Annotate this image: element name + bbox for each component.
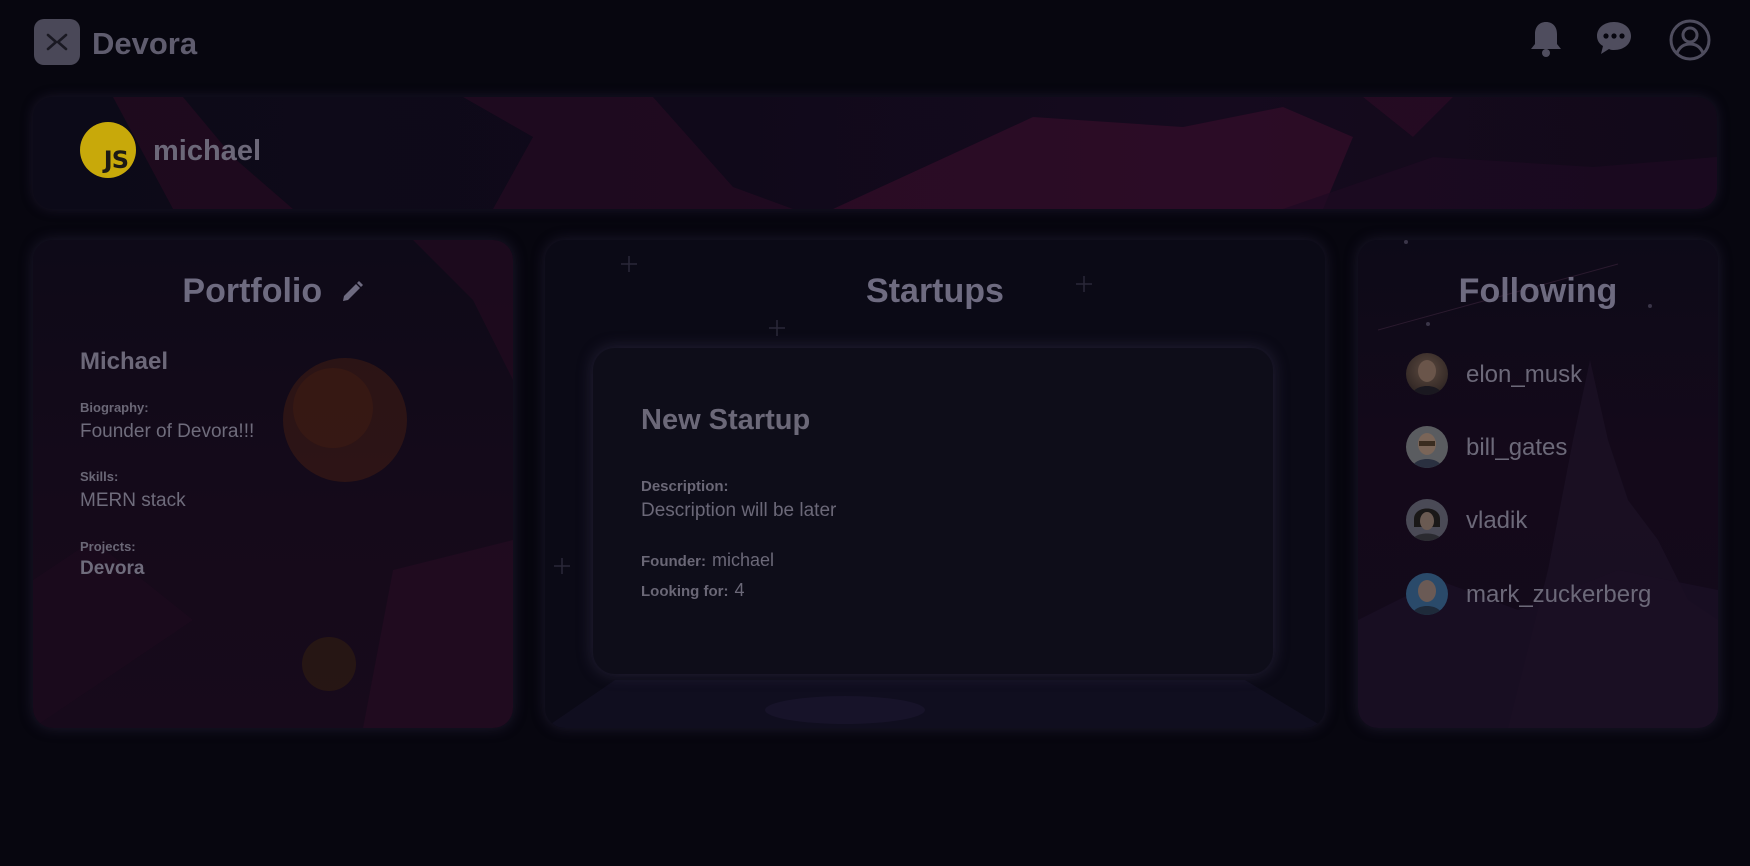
skills-label: Skills: xyxy=(80,469,119,484)
brand-name[interactable]: Devora xyxy=(92,26,197,62)
following-item[interactable]: vladik xyxy=(1406,499,1706,543)
bell-icon[interactable] xyxy=(1528,18,1564,65)
banner-username: michael xyxy=(153,135,261,167)
portfolio-name: Michael xyxy=(80,348,169,375)
looking-for-value: 4 xyxy=(734,580,745,600)
top-navbar: Devora xyxy=(0,0,1750,90)
skills-value: MERN stack xyxy=(80,490,186,511)
description-label: Description: xyxy=(641,478,729,495)
portfolio-card: Portfolio Michael Biography: Founder of … xyxy=(33,240,513,728)
user-avatar[interactable]: JS xyxy=(80,122,136,178)
biography-value: Founder of Devora!!! xyxy=(80,421,255,442)
following-name[interactable]: bill_gates xyxy=(1466,434,1567,462)
following-name[interactable]: mark_zuckerberg xyxy=(1466,581,1651,609)
following-title: Following xyxy=(1458,272,1618,310)
following-item[interactable]: bill_gates xyxy=(1406,426,1706,470)
avatar-mark-zuckerberg[interactable] xyxy=(1406,573,1448,615)
banner-background xyxy=(113,97,1717,209)
projects-label: Projects: xyxy=(80,539,136,554)
startups-title: Startups xyxy=(866,272,1004,310)
following-item[interactable]: elon_musk xyxy=(1406,353,1706,397)
user-circle-icon[interactable] xyxy=(1668,18,1712,67)
following-card: Following elon_musk bill_gates vladik ma… xyxy=(1358,240,1718,728)
avatar-js-text: JS xyxy=(103,146,129,174)
chat-icon[interactable] xyxy=(1594,18,1634,63)
profile-banner: JS michael xyxy=(33,97,1717,209)
founder-label: Founder: xyxy=(641,553,706,570)
portfolio-title-text: Portfolio xyxy=(182,272,323,310)
startups-card: Startups New Startup Description: Descri… xyxy=(545,240,1325,728)
biography-label: Biography: xyxy=(80,400,149,415)
founder-row: Founder: michael xyxy=(641,550,774,571)
startup-card[interactable]: New Startup Description: Description wil… xyxy=(593,348,1273,674)
looking-for-label: Looking for: xyxy=(641,583,729,600)
devora-logo-icon[interactable] xyxy=(34,19,80,65)
portfolio-background xyxy=(33,240,513,728)
following-name[interactable]: vladik xyxy=(1466,507,1527,535)
description-value: Description will be later xyxy=(641,500,837,521)
avatar-bill-gates[interactable] xyxy=(1406,426,1448,468)
portfolio-title: Portfolio xyxy=(33,272,513,313)
avatar-vladik[interactable] xyxy=(1406,499,1448,541)
pencil-icon[interactable] xyxy=(340,274,364,313)
following-background xyxy=(1358,240,1718,728)
startup-name[interactable]: New Startup xyxy=(641,404,810,437)
following-item[interactable]: mark_zuckerberg xyxy=(1406,573,1706,617)
looking-for-row: Looking for: 4 xyxy=(641,580,745,601)
projects-value[interactable]: Devora xyxy=(80,558,144,580)
avatar-elon-musk[interactable] xyxy=(1406,353,1448,395)
founder-value[interactable]: michael xyxy=(712,550,774,570)
following-name[interactable]: elon_musk xyxy=(1466,361,1582,389)
